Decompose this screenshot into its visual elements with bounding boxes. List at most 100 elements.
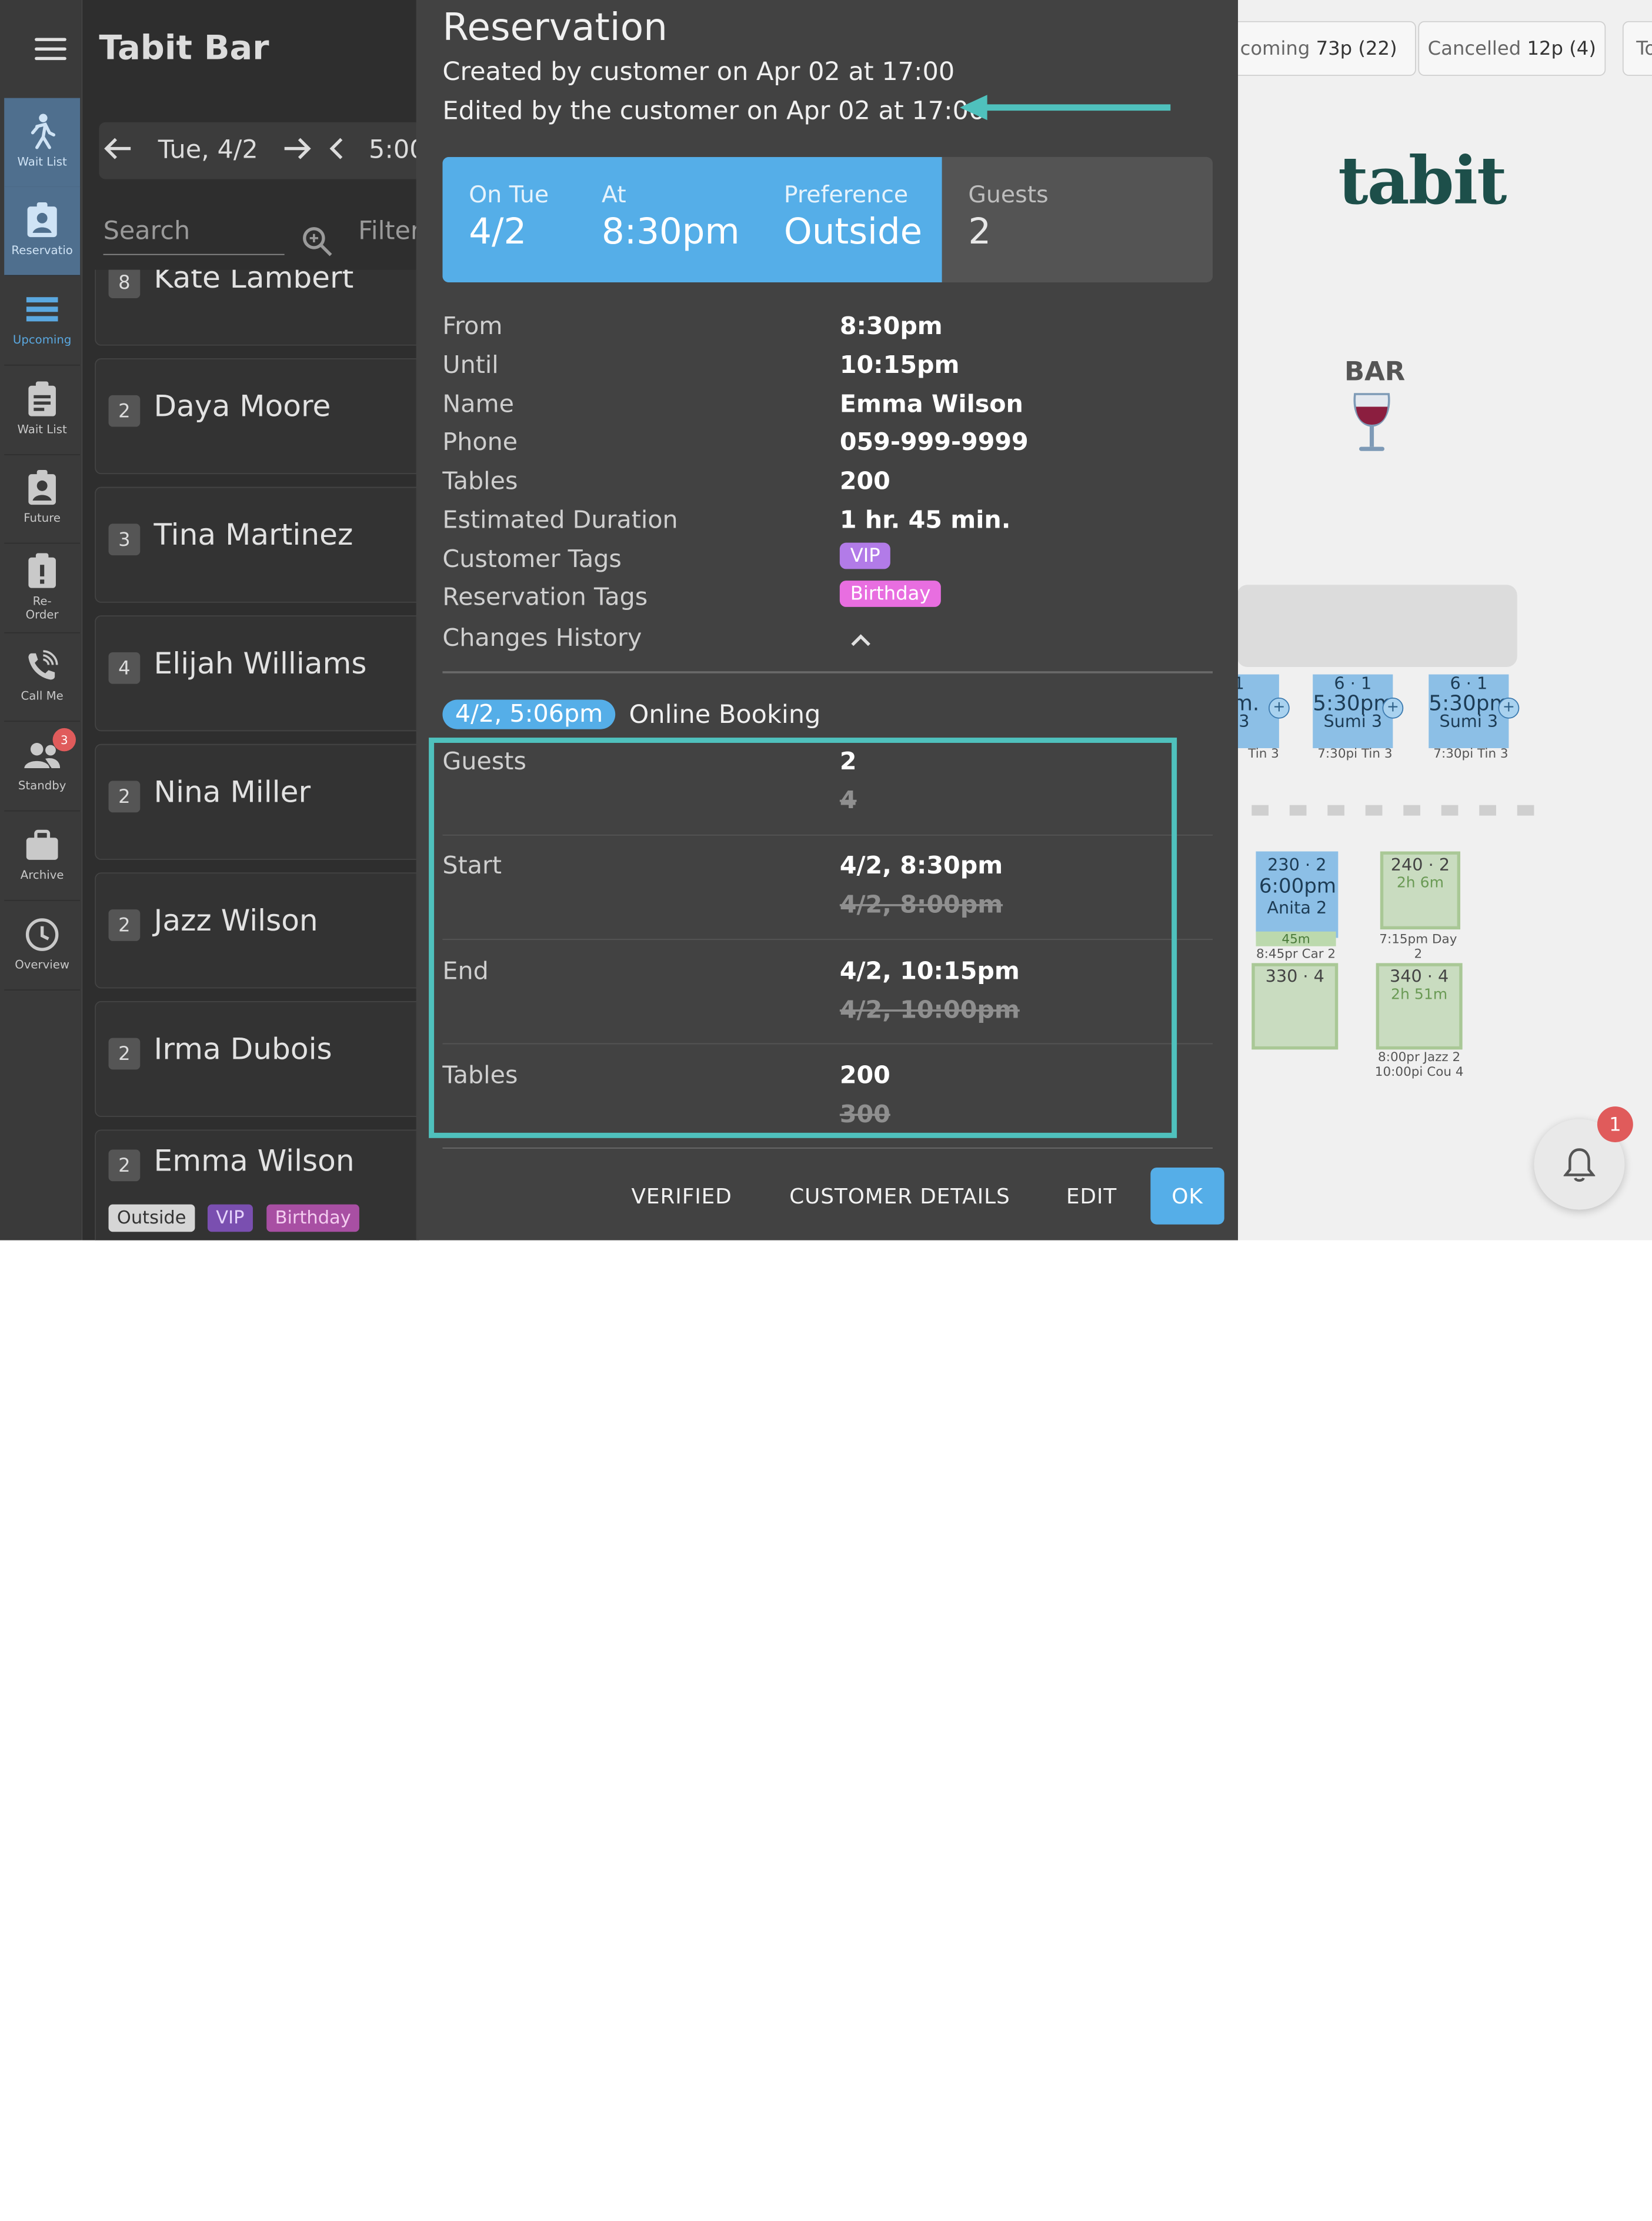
ok-button[interactable]: OK bbox=[1150, 1167, 1224, 1225]
summary-time: At 8:30pm bbox=[602, 182, 740, 253]
detail-value: 10:15pm bbox=[839, 352, 960, 379]
detail-label: Customer Tags bbox=[442, 545, 622, 573]
tab-count: 12p (4) bbox=[1527, 37, 1596, 60]
edited-info: Edited by the customer on Apr 02 at 17:0… bbox=[442, 96, 985, 126]
divider-dash bbox=[1327, 805, 1344, 816]
table-230[interactable]: 230 · 2 6:00pm Anita 2 bbox=[1256, 851, 1339, 938]
table-guest: Anita 2 bbox=[1267, 898, 1327, 918]
verified-button[interactable]: VERIFIED bbox=[622, 1168, 742, 1225]
briefcase-icon bbox=[23, 826, 61, 864]
dialog-title: Reservation bbox=[442, 6, 668, 50]
sidebar-item-wait-list-top[interactable]: Wait List bbox=[4, 98, 81, 188]
tabit-logo: tabit bbox=[1338, 142, 1507, 219]
sidebar-item-reorder[interactable]: Re- Order bbox=[4, 543, 81, 633]
add-icon[interactable]: + bbox=[1268, 697, 1290, 719]
edit-button[interactable]: EDIT bbox=[1054, 1168, 1128, 1225]
table-header: 330 · 4 bbox=[1265, 966, 1324, 986]
sidebar-item-upcoming[interactable]: Upcoming bbox=[4, 276, 81, 366]
table-240[interactable]: 240 · 2 2h 6m bbox=[1380, 851, 1461, 930]
bell-icon bbox=[1563, 1148, 1596, 1182]
sidebar-item-reservations[interactable]: Reservatio bbox=[4, 186, 81, 276]
bar-label: BAR bbox=[1344, 356, 1406, 387]
bar-counter bbox=[1237, 585, 1517, 668]
seat-footer: 7:30pi Tin 3 bbox=[1433, 746, 1509, 761]
table-340[interactable]: 340 · 4 2h 51m bbox=[1376, 963, 1463, 1050]
table-footer: 8:45pr Car 2 bbox=[1256, 946, 1336, 961]
sidebar-item-label: Overview bbox=[15, 958, 70, 972]
table-footer: 10:00pi Cou 4 bbox=[1374, 1064, 1464, 1079]
summary-label: On Tue bbox=[469, 182, 549, 209]
sidebar-item-label: Re- Order bbox=[25, 594, 59, 622]
detail-label: Reservation Tags bbox=[442, 583, 648, 612]
clipboard-alert-icon bbox=[23, 552, 61, 590]
created-info: Created by customer on Apr 02 at 17:00 bbox=[442, 56, 955, 86]
sidebar-item-label: Reservatio bbox=[11, 243, 73, 258]
detail-value: 059-999-9999 bbox=[839, 429, 1029, 456]
tab-label: coming bbox=[1240, 37, 1310, 60]
add-icon[interactable]: + bbox=[1382, 697, 1404, 719]
tab-upcoming[interactable]: coming 73p (22) bbox=[1237, 21, 1416, 76]
summary-date: On Tue 4/2 bbox=[469, 182, 549, 253]
sidebar-item-label: Standby bbox=[18, 778, 66, 793]
table-footer: 7:15pm Day 2 bbox=[1379, 931, 1457, 961]
divider-dash bbox=[1365, 805, 1383, 816]
table-duration: 2h 51m bbox=[1391, 986, 1448, 1003]
floor-map-pane: coming 73p (22) Cancelled 12p (4) To tab… bbox=[1237, 0, 1652, 1240]
summary-label: Guests bbox=[968, 182, 1049, 209]
table-330[interactable]: 330 · 4 bbox=[1251, 963, 1339, 1050]
detail-label: Phone bbox=[442, 429, 518, 456]
sidebar-item-call-me[interactable]: Call Me bbox=[4, 632, 81, 722]
chevron-up-icon[interactable] bbox=[849, 627, 872, 655]
sidebar-item-label: Wait List bbox=[17, 422, 67, 436]
divider-dash bbox=[1403, 805, 1420, 816]
sidebar-item-archive[interactable]: Archive bbox=[4, 811, 81, 901]
tab-more[interactable]: To bbox=[1622, 21, 1652, 76]
detail-label: Tables bbox=[442, 468, 518, 496]
history-source: Online Booking bbox=[629, 699, 821, 729]
sidebar-item-standby[interactable]: 3 Standby bbox=[4, 722, 81, 812]
sidebar-item-wait-list[interactable]: Wait List bbox=[4, 366, 81, 455]
sidebar-item-label: Call Me bbox=[21, 689, 64, 703]
detail-value: 200 bbox=[839, 468, 890, 496]
detail-value: 8:30pm bbox=[839, 313, 943, 341]
notification-count-badge: 1 bbox=[1597, 1106, 1633, 1142]
tab-label: Cancelled bbox=[1427, 37, 1521, 60]
add-icon[interactable]: + bbox=[1498, 697, 1520, 719]
detail-label: From bbox=[442, 313, 503, 341]
bar-seat[interactable]: 1 pm. i 3 + bbox=[1237, 674, 1290, 748]
bar-seat[interactable]: 6 · 1 5:30pm. Sumi 3 + bbox=[1313, 674, 1404, 748]
sidebar-item-overview[interactable]: Overview bbox=[4, 901, 81, 991]
sidebar-item-label: Future bbox=[24, 511, 61, 525]
table-header: 230 · 2 bbox=[1267, 854, 1327, 875]
clipboard-icon bbox=[23, 381, 61, 418]
summary-guests: Guests 2 bbox=[968, 182, 1048, 253]
table-header: 340 · 4 bbox=[1389, 966, 1449, 986]
bar-seat[interactable]: 6 · 1 5:30pm. Sumi 3 + bbox=[1429, 674, 1520, 748]
seat-guest: Sumi 3 bbox=[1323, 711, 1383, 732]
annotation-arrow-icon bbox=[960, 93, 1171, 126]
customer-details-button[interactable]: CUSTOMER DETAILS bbox=[779, 1168, 1021, 1225]
history-highlight-box bbox=[429, 738, 1177, 1138]
badge-icon bbox=[23, 469, 61, 506]
vip-tag: VIP bbox=[839, 542, 891, 569]
backdrop bbox=[82, 0, 419, 1240]
detail-label: Until bbox=[442, 352, 499, 379]
walking-person-icon bbox=[23, 113, 61, 151]
table-time: 6:00pm bbox=[1259, 874, 1337, 898]
summary-label: At bbox=[601, 182, 626, 209]
table-duration: 2h 6m bbox=[1396, 874, 1444, 892]
seat-guest: Sumi 3 bbox=[1439, 711, 1499, 732]
sidebar-item-label: Archive bbox=[20, 868, 64, 882]
summary-preference: Preference Outside bbox=[784, 182, 922, 253]
summary-value: 8:30pm bbox=[601, 211, 740, 253]
list-icon bbox=[23, 291, 61, 328]
sidebar-item-future[interactable]: Future bbox=[4, 454, 81, 544]
menu-icon[interactable] bbox=[35, 38, 66, 61]
divider bbox=[442, 671, 1213, 673]
reservation-summary[interactable]: On Tue 4/2 At 8:30pm Preference Outside … bbox=[442, 156, 1213, 283]
history-timestamp-badge: 4/2, 5:06pm bbox=[442, 699, 616, 729]
tab-cancelled[interactable]: Cancelled 12p (4) bbox=[1418, 21, 1606, 76]
detail-label: Name bbox=[442, 391, 515, 419]
divider-dash bbox=[1479, 805, 1496, 816]
summary-label: Preference bbox=[783, 182, 909, 209]
